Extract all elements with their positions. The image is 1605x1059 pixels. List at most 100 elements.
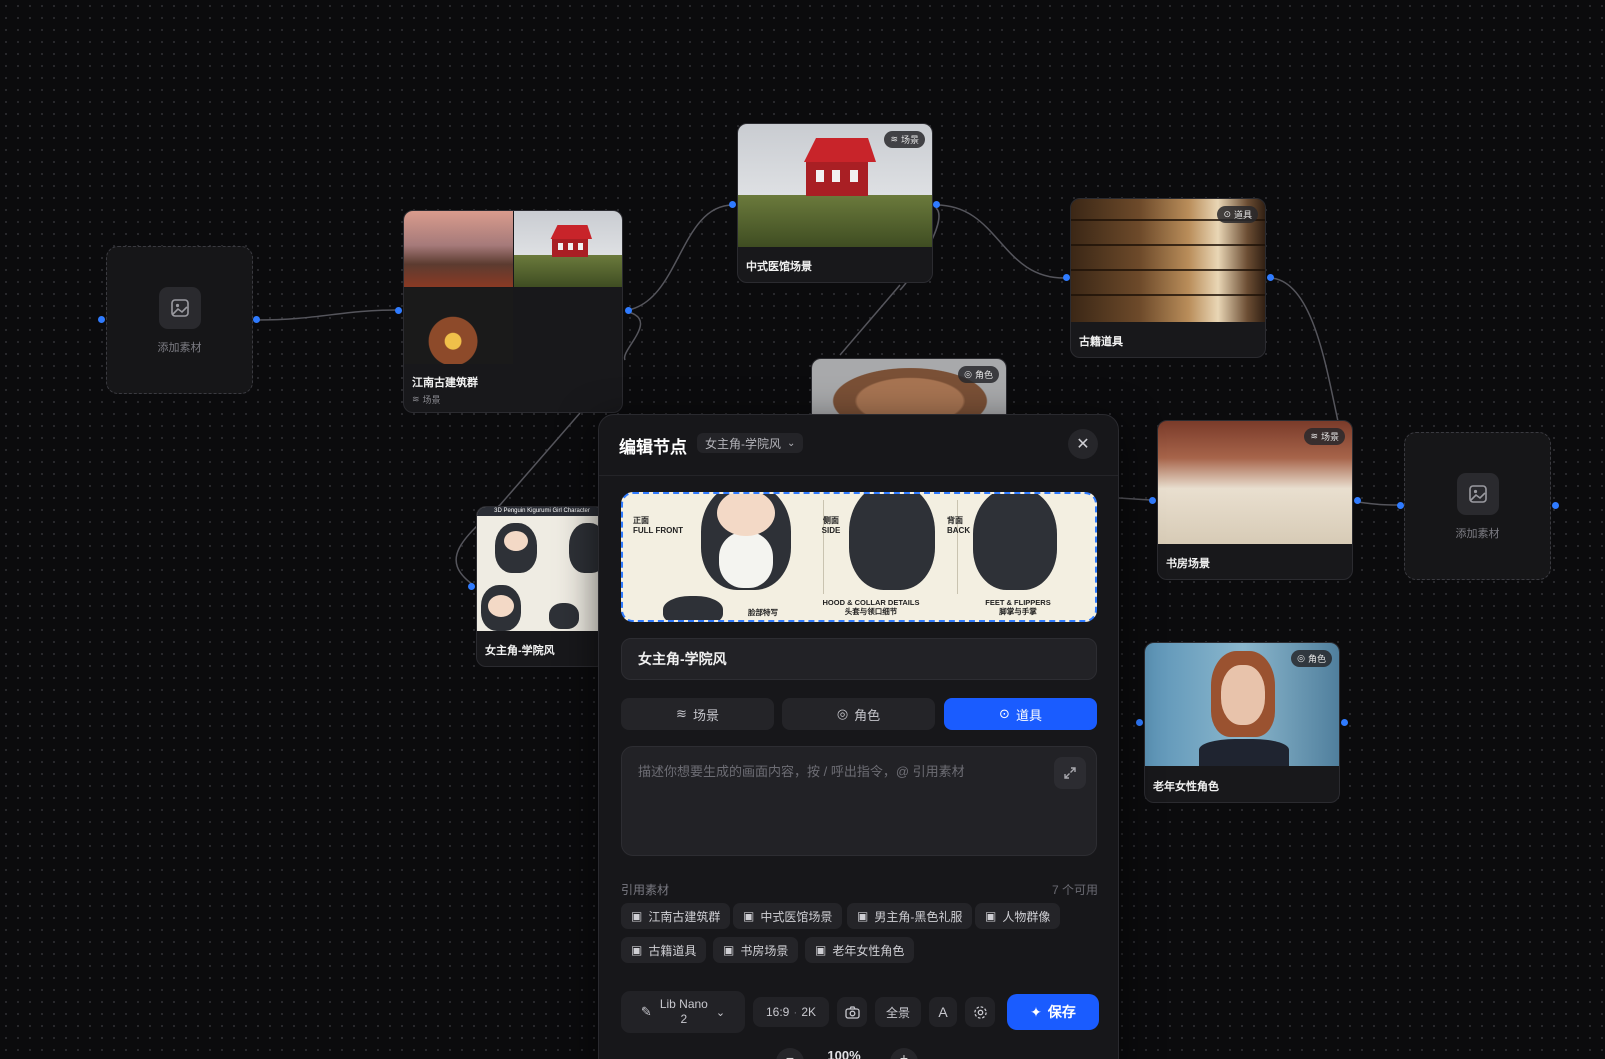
layers-icon: ≋: [1310, 431, 1318, 441]
reference-chip[interactable]: ▣ 老年女性角色: [805, 937, 915, 963]
image-placeholder-icon: [1456, 473, 1499, 515]
node-image: [404, 288, 513, 364]
reference-title: 引用素材: [621, 883, 670, 897]
magic-wand-icon: ✎: [640, 1004, 652, 1019]
reference-count: 7 个可用: [1051, 883, 1098, 897]
zoom-controls: − 100% +: [770, 1044, 920, 1059]
prompt-placeholder: 描述你想要生成的画面内容，按 / 呼出指令，@ 引用素材: [638, 764, 965, 779]
side-label-en: SIDE: [821, 526, 841, 535]
view-mode-button[interactable]: 全景: [875, 997, 921, 1027]
target-icon: ◎: [836, 706, 849, 721]
reference-chip[interactable]: ▣ 古籍道具: [621, 937, 707, 963]
expand-icon: [1064, 767, 1076, 779]
camera-button[interactable]: [837, 997, 867, 1027]
port-dot[interactable]: [625, 307, 632, 314]
port-dot[interactable]: [1267, 274, 1274, 281]
zoom-in-button[interactable]: +: [890, 1048, 918, 1059]
node-name-input[interactable]: 女主角-学院风: [621, 638, 1097, 680]
back-label-cn: 背面: [947, 516, 963, 525]
pin-icon: ⊙: [999, 706, 1010, 721]
preview-image[interactable]: 正面 FULL FRONT 侧面 SIDE 背面 BACK 脸部特写 HOOD & C…: [621, 492, 1097, 622]
node-type-badge: ◎ 角色: [1291, 650, 1332, 667]
node-title: 中式医馆场景: [746, 261, 812, 273]
feet-caption-cn: 脚掌与手掌: [999, 607, 1037, 616]
add-asset-node-right[interactable]: 添加素材: [1404, 432, 1551, 580]
port-dot[interactable]: [395, 307, 402, 314]
node-image: 3D Penguin Kigurumi Girl Character: [477, 507, 605, 631]
port-dot[interactable]: [468, 583, 475, 590]
chevron-down-icon: ⌄: [715, 1006, 726, 1019]
port-dot[interactable]: [1354, 497, 1361, 504]
node-title: 老年女性角色: [1153, 781, 1219, 793]
close-button[interactable]: ✕: [1068, 429, 1098, 459]
hood-caption-en: HOOD & COLLAR DETAILS: [822, 598, 920, 607]
node-type-badge: ◎ 角色: [958, 366, 999, 383]
node-selector[interactable]: 女主角-学院风 ⌄: [697, 433, 804, 453]
reference-chip[interactable]: ▣ 江南古建筑群: [621, 903, 731, 929]
port-dot[interactable]: [729, 201, 736, 208]
save-button[interactable]: ✦ 保存: [1007, 994, 1099, 1030]
image-icon: ▣: [815, 943, 827, 957]
node-image: [404, 211, 513, 287]
camera-icon: [844, 1005, 860, 1019]
port-dot[interactable]: [1136, 719, 1143, 726]
port-dot[interactable]: [1063, 274, 1070, 281]
expand-button[interactable]: [1054, 757, 1086, 789]
node-title: 女主角-学院风: [485, 645, 555, 657]
back-label-en: BACK: [947, 526, 971, 535]
node-title: 书房场景: [1166, 558, 1210, 570]
port-dot[interactable]: [253, 316, 260, 323]
ratio-resolution-button[interactable]: 16:9 · 2K: [753, 997, 829, 1027]
layers-icon: ≋: [676, 706, 687, 721]
port-dot[interactable]: [1149, 497, 1156, 504]
node-elderly-woman[interactable]: ◎ 角色 老年女性角色: [1144, 642, 1340, 803]
node-ancient-books[interactable]: ⊙ 道具 古籍道具: [1070, 198, 1266, 358]
model-selector[interactable]: ✎ Lib Nano 2 ⌄: [621, 991, 745, 1033]
feet-caption-en: FEET & FLIPPERS: [985, 598, 1051, 607]
node-type-badge: ≋ 场景: [884, 131, 925, 148]
front-label-en: FULL FRONT: [633, 526, 684, 535]
node-type: ≋ 场景: [412, 394, 441, 405]
add-asset-node-left[interactable]: 添加素材: [106, 246, 253, 394]
pin-icon: ⊙: [1223, 209, 1231, 219]
port-dot[interactable]: [933, 201, 940, 208]
panel-title: 编辑节点: [619, 438, 687, 457]
type-tab-prop[interactable]: ⊙ 道具: [944, 698, 1097, 730]
port-dot[interactable]: [1397, 502, 1404, 509]
node-jiangnan[interactable]: 江南古建筑群 ≋ 场景: [403, 210, 623, 413]
divider: [599, 475, 1118, 476]
settings-button[interactable]: [965, 997, 995, 1027]
target-icon: ◎: [1297, 653, 1305, 663]
image-icon: ▣: [743, 909, 755, 923]
port-dot[interactable]: [1552, 502, 1559, 509]
image-icon: ▣: [723, 943, 735, 957]
zoom-level: 100%: [827, 1048, 861, 1059]
layers-icon: ≋: [890, 134, 898, 144]
image-placeholder-icon: [158, 287, 201, 329]
node-type-badge: ≋ 场景: [1304, 428, 1345, 445]
reference-chip[interactable]: ▣ 中式医馆场景: [733, 903, 843, 929]
type-tab-character[interactable]: ◎ 角色: [782, 698, 935, 730]
face-caption: 脸部特写: [748, 608, 778, 617]
text-tool-button[interactable]: A: [929, 997, 957, 1027]
reference-chip[interactable]: ▣ 人物群像: [975, 903, 1061, 929]
node-image: [514, 211, 622, 287]
reference-chip[interactable]: ▣ 男主角-黑色礼服: [847, 903, 973, 929]
sparkle-icon: ✦: [1030, 1003, 1042, 1020]
front-label-cn: 正面: [633, 516, 649, 525]
node-study[interactable]: ≋ 场景 书房场景: [1157, 420, 1353, 580]
type-tab-scene[interactable]: ≋ 场景: [621, 698, 774, 730]
zoom-out-button[interactable]: −: [776, 1048, 804, 1059]
port-dot[interactable]: [1341, 719, 1348, 726]
image-icon: ▣: [857, 909, 869, 923]
node-clinic[interactable]: ≋ 场景 中式医馆场景: [737, 123, 933, 283]
image-icon: ▣: [985, 909, 997, 923]
layers-icon: ≋: [412, 394, 420, 404]
reference-chip[interactable]: ▣ 书房场景: [713, 937, 799, 963]
prompt-textarea[interactable]: 描述你想要生成的画面内容，按 / 呼出指令，@ 引用素材: [621, 746, 1097, 856]
port-dot[interactable]: [98, 316, 105, 323]
gear-icon: [973, 1005, 987, 1019]
node-title: 古籍道具: [1079, 336, 1123, 348]
node-heroine[interactable]: 3D Penguin Kigurumi Girl Character 女主角-学…: [476, 506, 606, 667]
image-caption: 3D Penguin Kigurumi Girl Character: [477, 507, 605, 516]
